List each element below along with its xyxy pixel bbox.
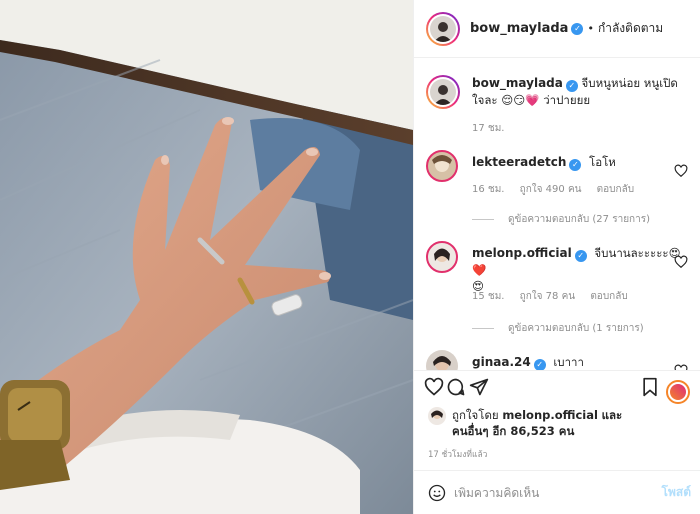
comment-avatar[interactable] [426, 150, 458, 182]
comment-avatar[interactable] [426, 350, 458, 370]
comment-item: ginaa.24 ✓ เบาาา [426, 350, 688, 370]
comment-username[interactable]: lekteeradetch [472, 155, 566, 169]
post-comment-button[interactable]: โพสต์ [662, 483, 691, 502]
comment-username[interactable]: ginaa.24 [472, 355, 531, 369]
comment-time: 16 ชม. [472, 184, 505, 195]
liked-by: ถูกใจโดย melonp.official และ คนอื่นๆ อีก… [428, 407, 622, 439]
replies-line [472, 219, 494, 220]
author-username[interactable]: bow_maylada [470, 21, 568, 36]
comment-icon[interactable] [446, 377, 466, 397]
others-link[interactable]: คนอื่นๆ อีก 86,523 คน [452, 424, 574, 438]
comments-list[interactable]: bow_maylada ✓ จีบหนูหน่อย หนูเปิดใจละ 😌😏💗… [414, 58, 700, 370]
comment-item: lekteeradetch ✓ โอโห 16 ชม. ถูกใจ 490 คน … [426, 150, 688, 230]
caption-text-end: ว่าปายยย [543, 93, 591, 107]
post-photo-image [0, 0, 413, 514]
comment-item: melonp.official ✓ จีบนานละะะะะ😍❤️ 😍 15 ชม… [426, 241, 688, 336]
comment-username[interactable]: melonp.official [472, 246, 572, 260]
author-avatar[interactable] [430, 15, 456, 42]
view-replies-button[interactable]: ดูข้อความตอบกลับ (1 รายการ) [472, 321, 644, 336]
others-suffix: คน [558, 424, 575, 438]
comment-likes[interactable]: ถูกใจ 78 คน [520, 291, 575, 302]
view-replies-label: ดูข้อความตอบกลับ (1 รายการ) [508, 323, 644, 334]
avatar-person-icon [434, 248, 450, 262]
comment-time: 15 ชม. [472, 291, 505, 302]
view-replies-label: ดูข้อความตอบกลับ (27 รายการ) [508, 214, 650, 225]
comment-text: เบาาา [553, 355, 584, 369]
replies-line [472, 328, 494, 329]
caption-username[interactable]: bow_maylada [472, 76, 563, 90]
posted-time[interactable]: 17 ชั่วโมงที่แล้ว [428, 447, 487, 461]
add-comment-bar: โพสต์ [414, 470, 700, 514]
smiley-icon[interactable] [428, 484, 446, 502]
verified-badge-icon: ✓ [574, 250, 587, 262]
liked-by-and: และ [601, 408, 623, 422]
comment-like-heart-icon[interactable] [674, 164, 688, 178]
caption-emoji: 😌😏💗 [501, 93, 540, 107]
paper-plane-icon[interactable] [469, 377, 489, 397]
reply-button[interactable]: ตอบกลับ [590, 291, 627, 302]
verified-badge-icon: ✓ [533, 359, 546, 370]
avatar-person-icon [432, 155, 452, 172]
liked-by-prefix: ถูกใจโดย [452, 408, 499, 422]
verified-badge-icon: ✓ [569, 159, 582, 171]
post-sidebar: bow_maylada ✓ • กำลังติดตาม bow_maylada ✓… [413, 0, 700, 514]
add-comment-input[interactable] [454, 485, 654, 500]
caption-avatar-ring[interactable] [426, 75, 460, 109]
comment-meta: 15 ชม. ถูกใจ 78 คน ตอบกลับ [472, 289, 640, 304]
others-prefix: คนอื่นๆ อีก [452, 424, 507, 438]
author-avatar-ring[interactable] [426, 11, 460, 46]
heart-icon[interactable] [424, 377, 444, 397]
avatar-person-icon [434, 21, 452, 42]
liked-by-username[interactable]: melonp.official [502, 408, 598, 422]
reply-button[interactable]: ตอบกลับ [597, 184, 634, 195]
others-count: 86,523 [510, 424, 555, 438]
bookmark-icon[interactable] [640, 377, 660, 397]
following-button[interactable]: กำลังติดตาม [598, 19, 663, 38]
caption: bow_maylada ✓ จีบหนูหน่อย หนูเปิดใจละ 😌😏💗… [426, 75, 688, 145]
comment-meta: 16 ชม. ถูกใจ 490 คน ตอบกลับ [472, 182, 646, 197]
avatar-person-icon [434, 85, 452, 105]
view-replies-button[interactable]: ดูข้อความตอบกลับ (27 รายการ) [472, 212, 650, 227]
liked-by-avatar[interactable] [428, 407, 446, 425]
post-actions: ถูกใจโดย melonp.official และ คนอื่นๆ อีก… [414, 370, 700, 482]
post-header: bow_maylada ✓ • กำลังติดตาม [414, 0, 700, 58]
caption-time: 17 ชม. [472, 123, 505, 134]
comment-like-heart-icon[interactable] [674, 255, 688, 269]
caption-avatar[interactable] [430, 79, 456, 105]
comment-avatar[interactable] [426, 241, 458, 273]
comment-likes[interactable]: ถูกใจ 490 คน [520, 184, 582, 195]
save-collection-badge-icon[interactable] [666, 380, 690, 404]
separator-dot: • [587, 22, 594, 35]
post-photo[interactable] [0, 0, 413, 514]
verified-badge-icon: ✓ [565, 80, 578, 92]
comment-text: โอโห [589, 155, 616, 169]
avatar-person-icon [433, 356, 451, 370]
avatar-person-icon [431, 410, 443, 419]
verified-badge-icon: ✓ [571, 22, 584, 35]
